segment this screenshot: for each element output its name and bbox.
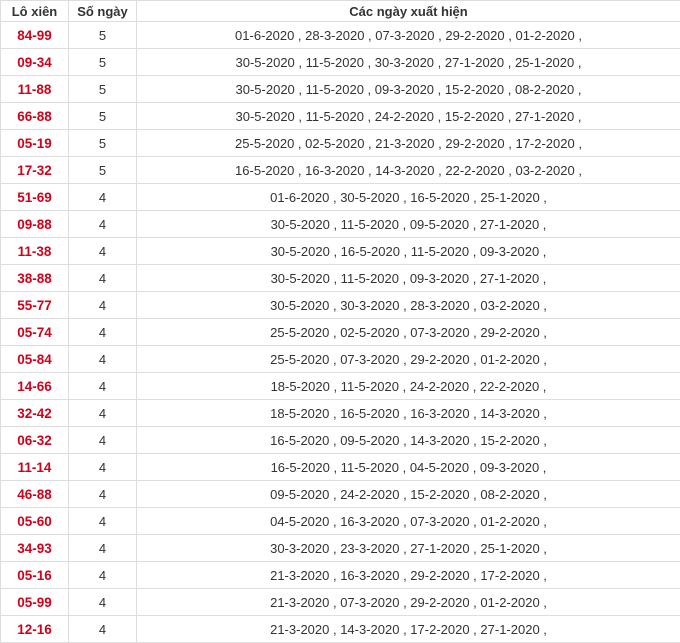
count-cell: 4 <box>69 616 137 643</box>
count-cell: 4 <box>69 481 137 508</box>
table-body: 84-99501-6-2020 , 28-3-2020 , 07-3-2020 … <box>1 22 680 643</box>
table-row: 12-16421-3-2020 , 14-3-2020 , 17-2-2020 … <box>1 616 680 643</box>
table-row: 05-16421-3-2020 , 16-3-2020 , 29-2-2020 … <box>1 562 680 589</box>
pair-cell: 17-32 <box>1 157 69 184</box>
dates-cell: 30-5-2020 , 16-5-2020 , 11-5-2020 , 09-3… <box>137 238 680 265</box>
count-cell: 4 <box>69 454 137 481</box>
pair-cell: 55-77 <box>1 292 69 319</box>
dates-cell: 30-5-2020 , 11-5-2020 , 09-5-2020 , 27-1… <box>137 211 680 238</box>
dates-cell: 30-5-2020 , 30-3-2020 , 28-3-2020 , 03-2… <box>137 292 680 319</box>
table-row: 66-88530-5-2020 , 11-5-2020 , 24-2-2020 … <box>1 103 680 130</box>
pair-cell: 06-32 <box>1 427 69 454</box>
count-cell: 4 <box>69 589 137 616</box>
count-cell: 5 <box>69 157 137 184</box>
dates-cell: 30-5-2020 , 11-5-2020 , 30-3-2020 , 27-1… <box>137 49 680 76</box>
dates-cell: 18-5-2020 , 11-5-2020 , 24-2-2020 , 22-2… <box>137 373 680 400</box>
header-count: Số ngày <box>69 1 137 22</box>
dates-cell: 30-3-2020 , 23-3-2020 , 27-1-2020 , 25-1… <box>137 535 680 562</box>
count-cell: 4 <box>69 238 137 265</box>
pair-cell: 84-99 <box>1 22 69 49</box>
table-row: 05-84425-5-2020 , 07-3-2020 , 29-2-2020 … <box>1 346 680 373</box>
dates-cell: 25-5-2020 , 02-5-2020 , 21-3-2020 , 29-2… <box>137 130 680 157</box>
pair-cell: 05-74 <box>1 319 69 346</box>
count-cell: 4 <box>69 535 137 562</box>
count-cell: 4 <box>69 265 137 292</box>
dates-cell: 21-3-2020 , 14-3-2020 , 17-2-2020 , 27-1… <box>137 616 680 643</box>
dates-cell: 21-3-2020 , 16-3-2020 , 29-2-2020 , 17-2… <box>137 562 680 589</box>
pair-cell: 05-84 <box>1 346 69 373</box>
dates-cell: 21-3-2020 , 07-3-2020 , 29-2-2020 , 01-2… <box>137 589 680 616</box>
table-row: 11-14416-5-2020 , 11-5-2020 , 04-5-2020 … <box>1 454 680 481</box>
dates-cell: 01-6-2020 , 30-5-2020 , 16-5-2020 , 25-1… <box>137 184 680 211</box>
dates-cell: 25-5-2020 , 02-5-2020 , 07-3-2020 , 29-2… <box>137 319 680 346</box>
dates-cell: 30-5-2020 , 11-5-2020 , 09-3-2020 , 15-2… <box>137 76 680 103</box>
count-cell: 4 <box>69 184 137 211</box>
count-cell: 5 <box>69 76 137 103</box>
count-cell: 4 <box>69 319 137 346</box>
dates-cell: 30-5-2020 , 11-5-2020 , 09-3-2020 , 27-1… <box>137 265 680 292</box>
pair-cell: 05-60 <box>1 508 69 535</box>
count-cell: 4 <box>69 427 137 454</box>
count-cell: 5 <box>69 130 137 157</box>
count-cell: 5 <box>69 49 137 76</box>
pair-cell: 51-69 <box>1 184 69 211</box>
table-row: 11-38430-5-2020 , 16-5-2020 , 11-5-2020 … <box>1 238 680 265</box>
pair-cell: 12-16 <box>1 616 69 643</box>
dates-cell: 16-5-2020 , 16-3-2020 , 14-3-2020 , 22-2… <box>137 157 680 184</box>
count-cell: 4 <box>69 400 137 427</box>
table-row: 34-93430-3-2020 , 23-3-2020 , 27-1-2020 … <box>1 535 680 562</box>
table-row: 05-60404-5-2020 , 16-3-2020 , 07-3-2020 … <box>1 508 680 535</box>
dates-cell: 30-5-2020 , 11-5-2020 , 24-2-2020 , 15-2… <box>137 103 680 130</box>
header-pair: Lô xiên <box>1 1 69 22</box>
pair-cell: 66-88 <box>1 103 69 130</box>
pair-cell: 38-88 <box>1 265 69 292</box>
table-row: 09-88430-5-2020 , 11-5-2020 , 09-5-2020 … <box>1 211 680 238</box>
pair-cell: 11-14 <box>1 454 69 481</box>
table-row: 51-69401-6-2020 , 30-5-2020 , 16-5-2020 … <box>1 184 680 211</box>
table-row: 84-99501-6-2020 , 28-3-2020 , 07-3-2020 … <box>1 22 680 49</box>
dates-cell: 09-5-2020 , 24-2-2020 , 15-2-2020 , 08-2… <box>137 481 680 508</box>
count-cell: 4 <box>69 346 137 373</box>
table-row: 05-74425-5-2020 , 02-5-2020 , 07-3-2020 … <box>1 319 680 346</box>
count-cell: 4 <box>69 292 137 319</box>
table-row: 05-99421-3-2020 , 07-3-2020 , 29-2-2020 … <box>1 589 680 616</box>
dates-cell: 18-5-2020 , 16-5-2020 , 16-3-2020 , 14-3… <box>137 400 680 427</box>
lo-xien-table: Lô xiên Số ngày Các ngày xuất hiện 84-99… <box>0 0 680 643</box>
table-header-row: Lô xiên Số ngày Các ngày xuất hiện <box>1 1 680 22</box>
table-row: 14-66418-5-2020 , 11-5-2020 , 24-2-2020 … <box>1 373 680 400</box>
table-row: 32-42418-5-2020 , 16-5-2020 , 16-3-2020 … <box>1 400 680 427</box>
count-cell: 4 <box>69 508 137 535</box>
table-row: 55-77430-5-2020 , 30-3-2020 , 28-3-2020 … <box>1 292 680 319</box>
table-row: 11-88530-5-2020 , 11-5-2020 , 09-3-2020 … <box>1 76 680 103</box>
pair-cell: 14-66 <box>1 373 69 400</box>
dates-cell: 25-5-2020 , 07-3-2020 , 29-2-2020 , 01-2… <box>137 346 680 373</box>
count-cell: 4 <box>69 373 137 400</box>
pair-cell: 34-93 <box>1 535 69 562</box>
table-row: 46-88409-5-2020 , 24-2-2020 , 15-2-2020 … <box>1 481 680 508</box>
pair-cell: 09-88 <box>1 211 69 238</box>
pair-cell: 05-16 <box>1 562 69 589</box>
pair-cell: 46-88 <box>1 481 69 508</box>
table-row: 05-19525-5-2020 , 02-5-2020 , 21-3-2020 … <box>1 130 680 157</box>
pair-cell: 11-38 <box>1 238 69 265</box>
dates-cell: 16-5-2020 , 11-5-2020 , 04-5-2020 , 09-3… <box>137 454 680 481</box>
count-cell: 5 <box>69 22 137 49</box>
pair-cell: 05-99 <box>1 589 69 616</box>
count-cell: 4 <box>69 211 137 238</box>
table-row: 38-88430-5-2020 , 11-5-2020 , 09-3-2020 … <box>1 265 680 292</box>
table-row: 17-32516-5-2020 , 16-3-2020 , 14-3-2020 … <box>1 157 680 184</box>
dates-cell: 16-5-2020 , 09-5-2020 , 14-3-2020 , 15-2… <box>137 427 680 454</box>
count-cell: 5 <box>69 103 137 130</box>
table-row: 09-34530-5-2020 , 11-5-2020 , 30-3-2020 … <box>1 49 680 76</box>
pair-cell: 05-19 <box>1 130 69 157</box>
dates-cell: 04-5-2020 , 16-3-2020 , 07-3-2020 , 01-2… <box>137 508 680 535</box>
count-cell: 4 <box>69 562 137 589</box>
header-dates: Các ngày xuất hiện <box>137 1 680 22</box>
pair-cell: 09-34 <box>1 49 69 76</box>
table-row: 06-32416-5-2020 , 09-5-2020 , 14-3-2020 … <box>1 427 680 454</box>
dates-cell: 01-6-2020 , 28-3-2020 , 07-3-2020 , 29-2… <box>137 22 680 49</box>
pair-cell: 11-88 <box>1 76 69 103</box>
pair-cell: 32-42 <box>1 400 69 427</box>
